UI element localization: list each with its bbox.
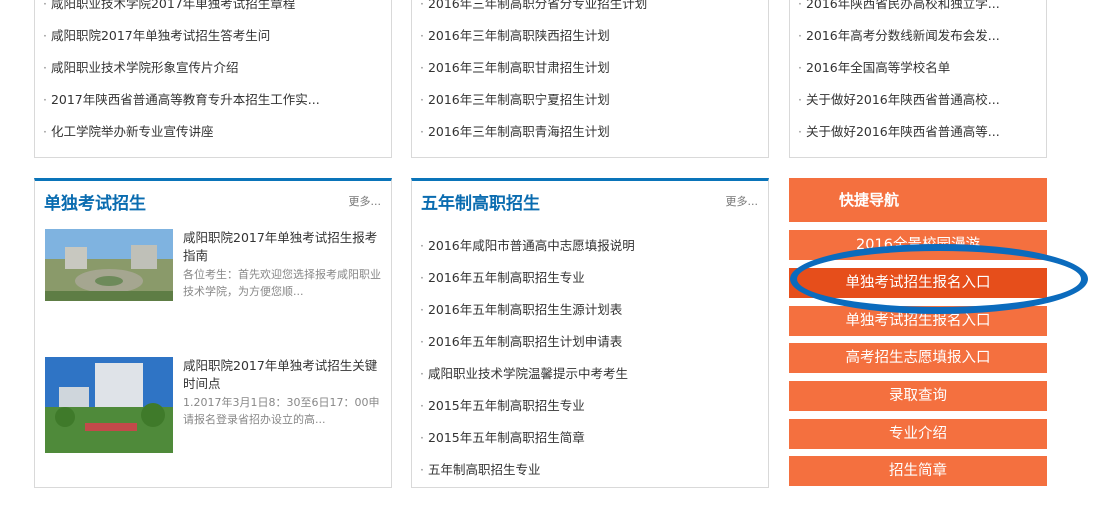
list-item[interactable]: 2016年五年制高职招生生源计划表 — [420, 294, 635, 326]
nav-button-single-exam-register[interactable]: 单独考试招生报名入口 — [789, 306, 1047, 336]
news-desc: 1.2017年3月1日8：30至6日17：00申请报名登录省招办设立的高... — [183, 396, 380, 426]
list-item[interactable]: 2016年咸阳市普通高中志愿填报说明 — [420, 230, 635, 262]
list-item[interactable]: 2016年高考分数线新闻发布会发... — [798, 20, 1046, 52]
top-right-panel: 2016年陕西省民办高校和独立学... 2016年高考分数线新闻发布会发... … — [789, 0, 1047, 158]
news-list: 咸阳职业技术学院2017年单独考试招生章程 咸阳职院2017年单独考试招生答考生… — [35, 0, 391, 148]
nav-button-gaokao-apply[interactable]: 高考招生志愿填报入口 — [789, 343, 1047, 373]
list-item[interactable]: 2016年五年制高职招生专业 — [420, 262, 635, 294]
list-item[interactable]: 化工学院举办新专业宣传讲座 — [43, 116, 391, 148]
news-item[interactable]: 咸阳职院2017年单独考试招生关键时间点 1.2017年3月1日8：30至6日1… — [45, 357, 381, 457]
five-year-panel: 五年制高职招生 更多... 2016年咸阳市普通高中志愿填报说明 2016年五年… — [411, 178, 769, 488]
list-item[interactable]: 2015年五年制高职招生简章 — [420, 422, 635, 454]
news-desc: 各位考生：首先欢迎您选择报考咸阳职业技术学院，为方便您顺... — [183, 268, 381, 298]
nav-button-campus-tour[interactable]: 2016全景校园漫游 — [789, 230, 1047, 260]
list-item[interactable]: 2015年五年制高职招生专业 — [420, 390, 635, 422]
list-item[interactable]: 咸阳职业技术学院形象宣传片介绍 — [43, 52, 391, 84]
list-item[interactable]: 关于做好2016年陕西省普通高校... — [798, 84, 1046, 116]
more-link[interactable]: 更多... — [726, 193, 759, 209]
top-left-panel: 咸阳职业技术学院2017年单独考试招生章程 咸阳职院2017年单独考试招生答考生… — [34, 0, 392, 158]
list-item[interactable]: 咸阳职院2017年单独考试招生答考生问 — [43, 20, 391, 52]
nav-button-majors[interactable]: 专业介绍 — [789, 419, 1047, 449]
list-item[interactable]: 咸阳职业技术学院2017年单独考试招生章程 — [43, 0, 391, 20]
news-list: 2016年陕西省民办高校和独立学... 2016年高考分数线新闻发布会发... … — [790, 0, 1046, 148]
news-title[interactable]: 咸阳职院2017年单独考试招生关键时间点 — [183, 357, 383, 393]
nav-button-single-exam-register-active[interactable]: 单独考试招生报名入口 — [789, 268, 1047, 298]
more-link[interactable]: 更多... — [349, 193, 382, 209]
nav-button-brochure[interactable]: 招生简章 — [789, 456, 1047, 486]
campus-photo[interactable] — [45, 229, 173, 301]
list-item[interactable]: 2016年五年制高职招生计划申请表 — [420, 326, 635, 358]
nav-button-admission-query[interactable]: 录取查询 — [789, 381, 1047, 411]
news-list: 2016年咸阳市普通高中志愿填报说明 2016年五年制高职招生专业 2016年五… — [420, 230, 635, 486]
list-item[interactable]: 2016年全国高等学校名单 — [798, 52, 1046, 84]
list-item[interactable]: 2017年陕西省普通高等教育专升本招生工作实... — [43, 84, 391, 116]
list-item[interactable]: 2016年三年制高职甘肃招生计划 — [420, 52, 768, 84]
list-item[interactable]: 2016年三年制高职陕西招生计划 — [420, 20, 768, 52]
building-photo[interactable] — [45, 357, 173, 453]
list-item[interactable]: 2016年陕西省民办高校和独立学... — [798, 0, 1046, 20]
news-item[interactable]: 咸阳职院2017年单独考试招生报考指南 各位考生：首先欢迎您选择报考咸阳职业技术… — [45, 229, 381, 329]
list-item[interactable]: 2016年三年制高职分省分专业招生计划 — [420, 0, 768, 20]
list-item[interactable]: 2016年三年制高职宁夏招生计划 — [420, 84, 768, 116]
panel-title: 五年制高职招生 — [421, 194, 540, 214]
list-item[interactable]: 2016年三年制高职青海招生计划 — [420, 116, 768, 148]
panel-title: 单独考试招生 — [44, 194, 146, 214]
list-item[interactable]: 关于做好2016年陕西省普通高等... — [798, 116, 1046, 148]
quick-nav-title: 快捷导航 — [789, 178, 1047, 222]
news-title[interactable]: 咸阳职院2017年单独考试招生报考指南 — [183, 229, 383, 265]
single-exam-panel: 单独考试招生 更多... 咸阳职院2017年单独考试招生报考指南 各位考生：首先… — [34, 178, 392, 488]
list-item[interactable]: 五年制高职招生专业 — [420, 454, 635, 486]
top-mid-panel: 2016年三年制高职分省分专业招生计划 2016年三年制高职陕西招生计划 201… — [411, 0, 769, 158]
list-item[interactable]: 咸阳职业技术学院温馨提示中考考生 — [420, 358, 635, 390]
news-list: 2016年三年制高职分省分专业招生计划 2016年三年制高职陕西招生计划 201… — [412, 0, 768, 148]
